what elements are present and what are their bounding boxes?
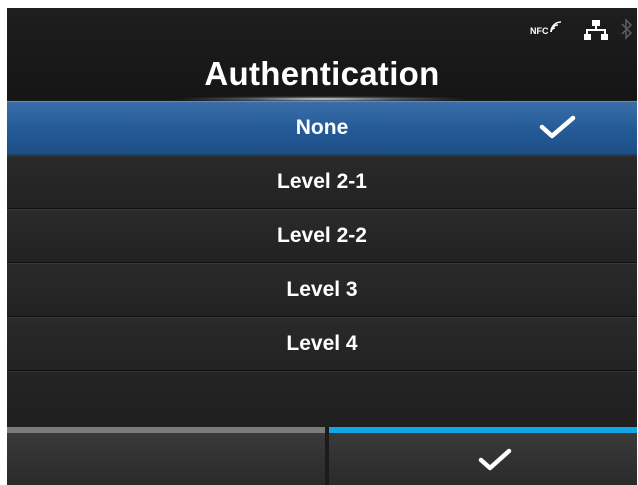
checkmark-icon — [475, 445, 515, 480]
options-list: None Level 2-1 Level 2-2 Level 3 Level 4 — [7, 101, 637, 371]
lan-icon — [584, 20, 608, 45]
nfc-label: NFC — [530, 26, 549, 36]
checkmark-icon — [537, 114, 577, 147]
back-button[interactable] — [7, 427, 325, 485]
option-label: Level 3 — [286, 278, 358, 301]
bluetooth-icon — [621, 18, 633, 45]
footer-bar — [7, 427, 637, 485]
confirm-button[interactable] — [329, 427, 637, 485]
option-level-4[interactable]: Level 4 — [7, 317, 637, 371]
header: NFC Authentication — [7, 8, 637, 102]
option-level-3[interactable]: Level 3 — [7, 263, 637, 317]
option-none[interactable]: None — [7, 101, 637, 155]
option-label: Level 2-2 — [277, 224, 367, 247]
printer-screen: NFC Authentication None Level 2-1 Level … — [7, 8, 637, 485]
option-label: Level 2-1 — [277, 170, 367, 193]
page-title: Authentication — [204, 55, 440, 92]
option-level-2-2[interactable]: Level 2-2 — [7, 209, 637, 263]
nfc-icon — [549, 20, 563, 39]
option-level-2-1[interactable]: Level 2-1 — [7, 155, 637, 209]
list-empty-area — [7, 371, 637, 427]
option-label: Level 4 — [286, 332, 358, 355]
